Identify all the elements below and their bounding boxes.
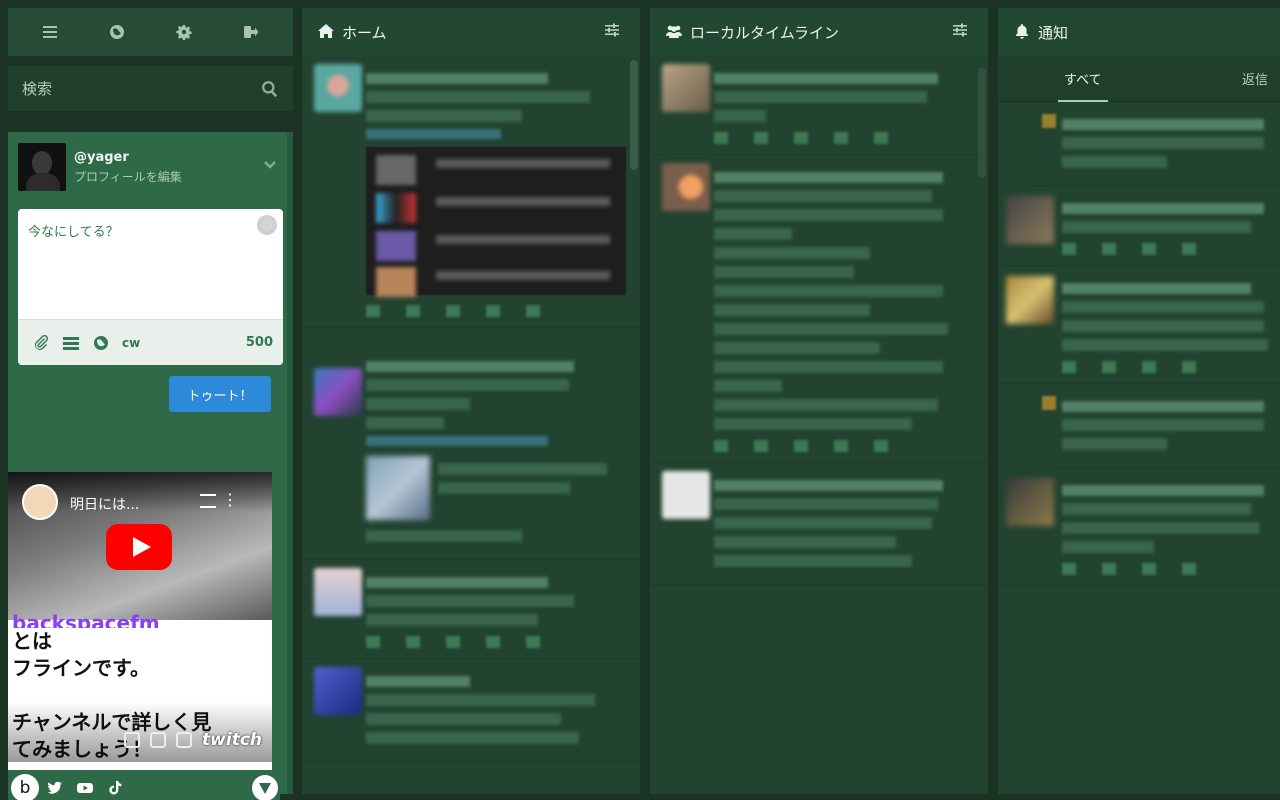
column-settings-icon[interactable] xyxy=(952,22,972,42)
compose-box: ☺ cw 500 xyxy=(18,209,283,365)
bell-icon xyxy=(1014,23,1032,41)
status-item[interactable] xyxy=(302,659,640,762)
local-timeline-column: ローカルタイムライン xyxy=(650,8,988,794)
visibility-globe-icon[interactable] xyxy=(88,330,114,356)
twitch-logo[interactable]: twitch xyxy=(202,730,262,750)
poll-icon[interactable] xyxy=(58,330,84,356)
video-thumbnail[interactable]: 明日には... ⋮ xyxy=(8,472,272,620)
social-links: b xyxy=(8,772,280,800)
status-item[interactable] xyxy=(650,56,988,155)
twitch-offline-panel: backspacefm とは フラインです。 チャンネルで詳しく見 てみましょう… xyxy=(8,612,272,762)
status-avatar[interactable] xyxy=(314,64,362,112)
account-handle[interactable]: @yager xyxy=(74,150,263,165)
edit-profile-link[interactable]: プロフィールを編集 xyxy=(74,168,263,185)
search-box xyxy=(8,66,293,112)
status-item[interactable] xyxy=(302,560,640,659)
compose-toolbar: cw 500 xyxy=(18,319,283,365)
scrollbar[interactable] xyxy=(630,60,638,170)
tab-replies[interactable]: 返信 xyxy=(1236,56,1274,101)
status-avatar[interactable] xyxy=(314,667,362,715)
boost-icon xyxy=(1042,114,1056,128)
scrollbar[interactable] xyxy=(978,68,986,178)
status-item[interactable] xyxy=(650,463,988,585)
logout-icon[interactable] xyxy=(231,12,271,52)
twitch-controls: twitch xyxy=(124,730,262,750)
notification-avatar[interactable] xyxy=(1006,478,1054,526)
tiktok-icon[interactable] xyxy=(100,773,130,800)
notification-item[interactable] xyxy=(998,186,1280,266)
channel-avatar[interactable] xyxy=(22,484,58,520)
local-timeline[interactable] xyxy=(650,56,988,794)
notification-item[interactable] xyxy=(998,102,1280,186)
search-icon[interactable] xyxy=(261,80,279,98)
home-column: ホーム xyxy=(302,8,640,794)
fullscreen-icon[interactable] xyxy=(176,732,193,748)
home-column-header[interactable]: ホーム xyxy=(302,8,640,56)
notification-avatar[interactable] xyxy=(1006,196,1054,244)
local-column-header[interactable]: ローカルタイムライン xyxy=(650,8,988,56)
emoji-icon[interactable]: ☺ xyxy=(257,215,277,235)
chevron-down-icon[interactable] xyxy=(263,157,283,177)
column-title: ローカルタイムライン xyxy=(690,23,839,42)
status-avatar[interactable] xyxy=(662,64,710,112)
character-counter: 500 xyxy=(245,335,273,350)
notifications-list[interactable] xyxy=(998,102,1280,794)
drawer: @yager プロフィールを編集 ☺ cw 500 xyxy=(8,8,293,800)
status-item[interactable] xyxy=(650,155,988,463)
menu-icon[interactable] xyxy=(30,12,70,52)
notifications-column: 通知 すべて 返信 xyxy=(998,8,1280,794)
attachment-icon[interactable] xyxy=(28,330,54,356)
link-card[interactable] xyxy=(366,456,626,520)
youtube-play-button[interactable] xyxy=(106,524,172,570)
toot-button[interactable]: トゥート！ xyxy=(169,376,271,412)
column-title: ホーム xyxy=(342,23,387,42)
link-card[interactable] xyxy=(366,147,626,297)
boost-icon xyxy=(1042,396,1056,410)
video-title[interactable]: 明日には... xyxy=(70,494,139,514)
notification-item[interactable] xyxy=(998,266,1280,384)
home-icon xyxy=(318,23,336,41)
twitter-icon[interactable] xyxy=(40,773,70,800)
globe-icon[interactable] xyxy=(97,12,137,52)
v-logo-icon[interactable] xyxy=(252,775,278,800)
home-timeline[interactable] xyxy=(302,56,640,794)
playlist-icon[interactable] xyxy=(200,494,216,508)
cw-toggle[interactable]: cw xyxy=(122,336,140,350)
users-icon xyxy=(666,23,684,41)
youtube-icon[interactable] xyxy=(70,773,100,800)
video-embed[interactable]: 明日には... ⋮ backspacefm とは フラインです。 チャンネルで詳… xyxy=(8,472,272,770)
column-title: 通知 xyxy=(1038,23,1069,42)
avatar[interactable] xyxy=(18,143,66,191)
status-avatar[interactable] xyxy=(662,471,710,519)
drawer-nav xyxy=(8,8,293,56)
notification-item[interactable] xyxy=(998,468,1280,586)
notification-avatar[interactable] xyxy=(1006,276,1054,324)
cast-icon[interactable] xyxy=(150,732,167,748)
compose-panel: @yager プロフィールを編集 ☺ cw 500 xyxy=(8,132,293,800)
status-avatar[interactable] xyxy=(314,568,362,616)
more-vertical-icon[interactable]: ⋮ xyxy=(222,492,238,508)
b-logo-icon[interactable]: b xyxy=(11,774,39,800)
notification-item[interactable] xyxy=(998,384,1280,468)
gear-icon[interactable] xyxy=(164,12,204,52)
settings-icon[interactable] xyxy=(124,732,141,748)
status-avatar[interactable] xyxy=(662,163,710,211)
status-avatar[interactable] xyxy=(314,368,362,416)
column-settings-icon[interactable] xyxy=(604,22,624,42)
compose-textarea[interactable] xyxy=(18,209,283,317)
status-item[interactable] xyxy=(302,56,640,328)
status-item[interactable] xyxy=(302,328,640,560)
tab-all[interactable]: すべて xyxy=(1058,56,1108,102)
channel-name[interactable]: backspacefm xyxy=(12,612,268,628)
account-summary: @yager プロフィールを編集 xyxy=(18,142,283,192)
notification-tabs: すべて 返信 xyxy=(998,56,1280,102)
notifications-column-header[interactable]: 通知 xyxy=(998,8,1280,56)
search-input[interactable] xyxy=(22,79,261,98)
